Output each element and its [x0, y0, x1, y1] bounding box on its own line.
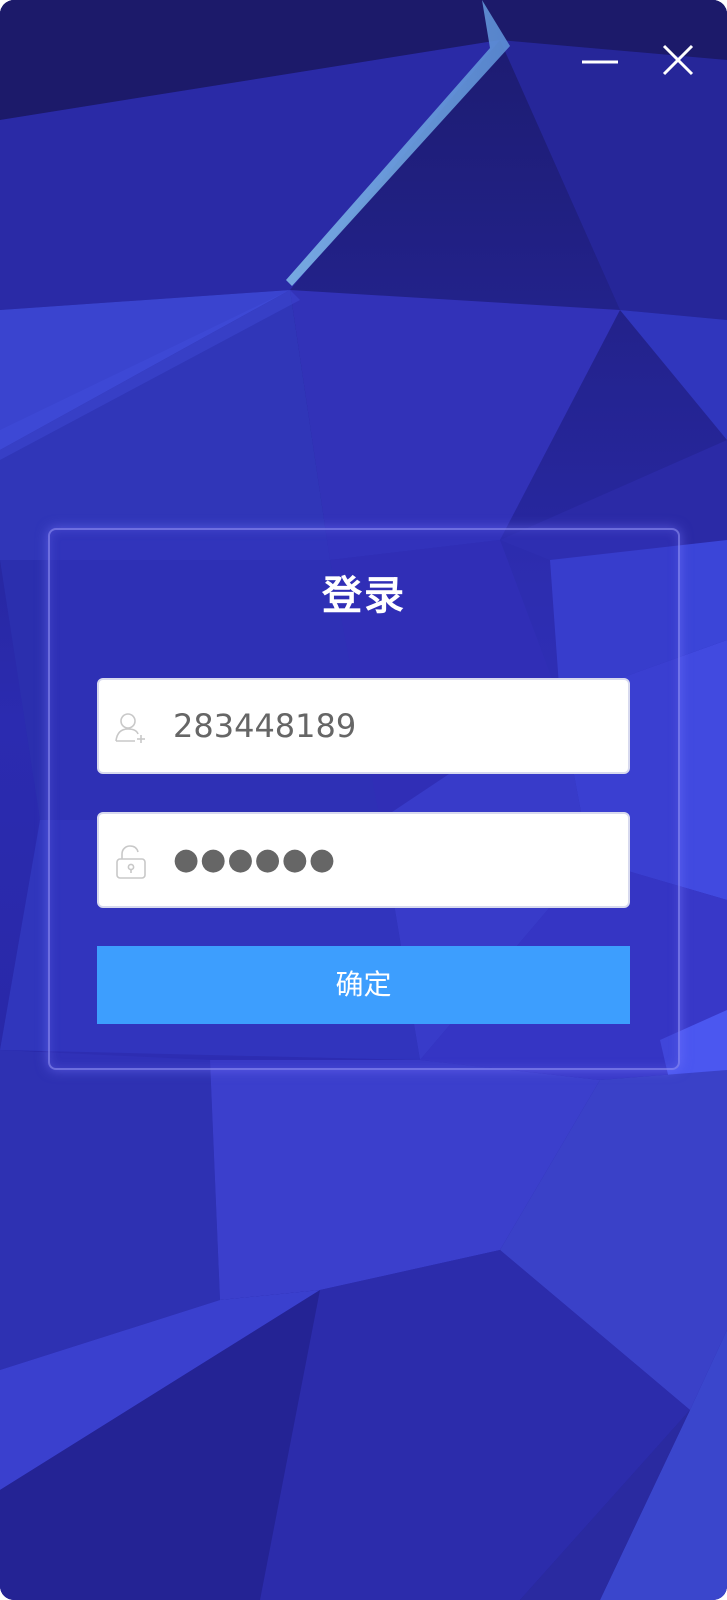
- unlock-icon: [113, 844, 149, 880]
- user-icon: [113, 710, 149, 746]
- minimize-icon: [582, 60, 618, 64]
- close-icon: [662, 44, 694, 76]
- minimize-button[interactable]: [574, 34, 626, 86]
- password-field[interactable]: ●●●●●●: [97, 812, 630, 908]
- close-button[interactable]: [652, 34, 704, 86]
- login-window: 登录 283448189 ●●●●●● 确定: [0, 0, 727, 1600]
- login-card: 登录 283448189 ●●●●●● 确定: [48, 528, 680, 1070]
- confirm-button[interactable]: 确定: [97, 946, 630, 1024]
- password-value: ●●●●●●: [173, 842, 337, 877]
- username-field[interactable]: 283448189: [97, 678, 630, 774]
- login-title: 登录: [322, 573, 406, 619]
- username-value: 283448189: [173, 707, 357, 745]
